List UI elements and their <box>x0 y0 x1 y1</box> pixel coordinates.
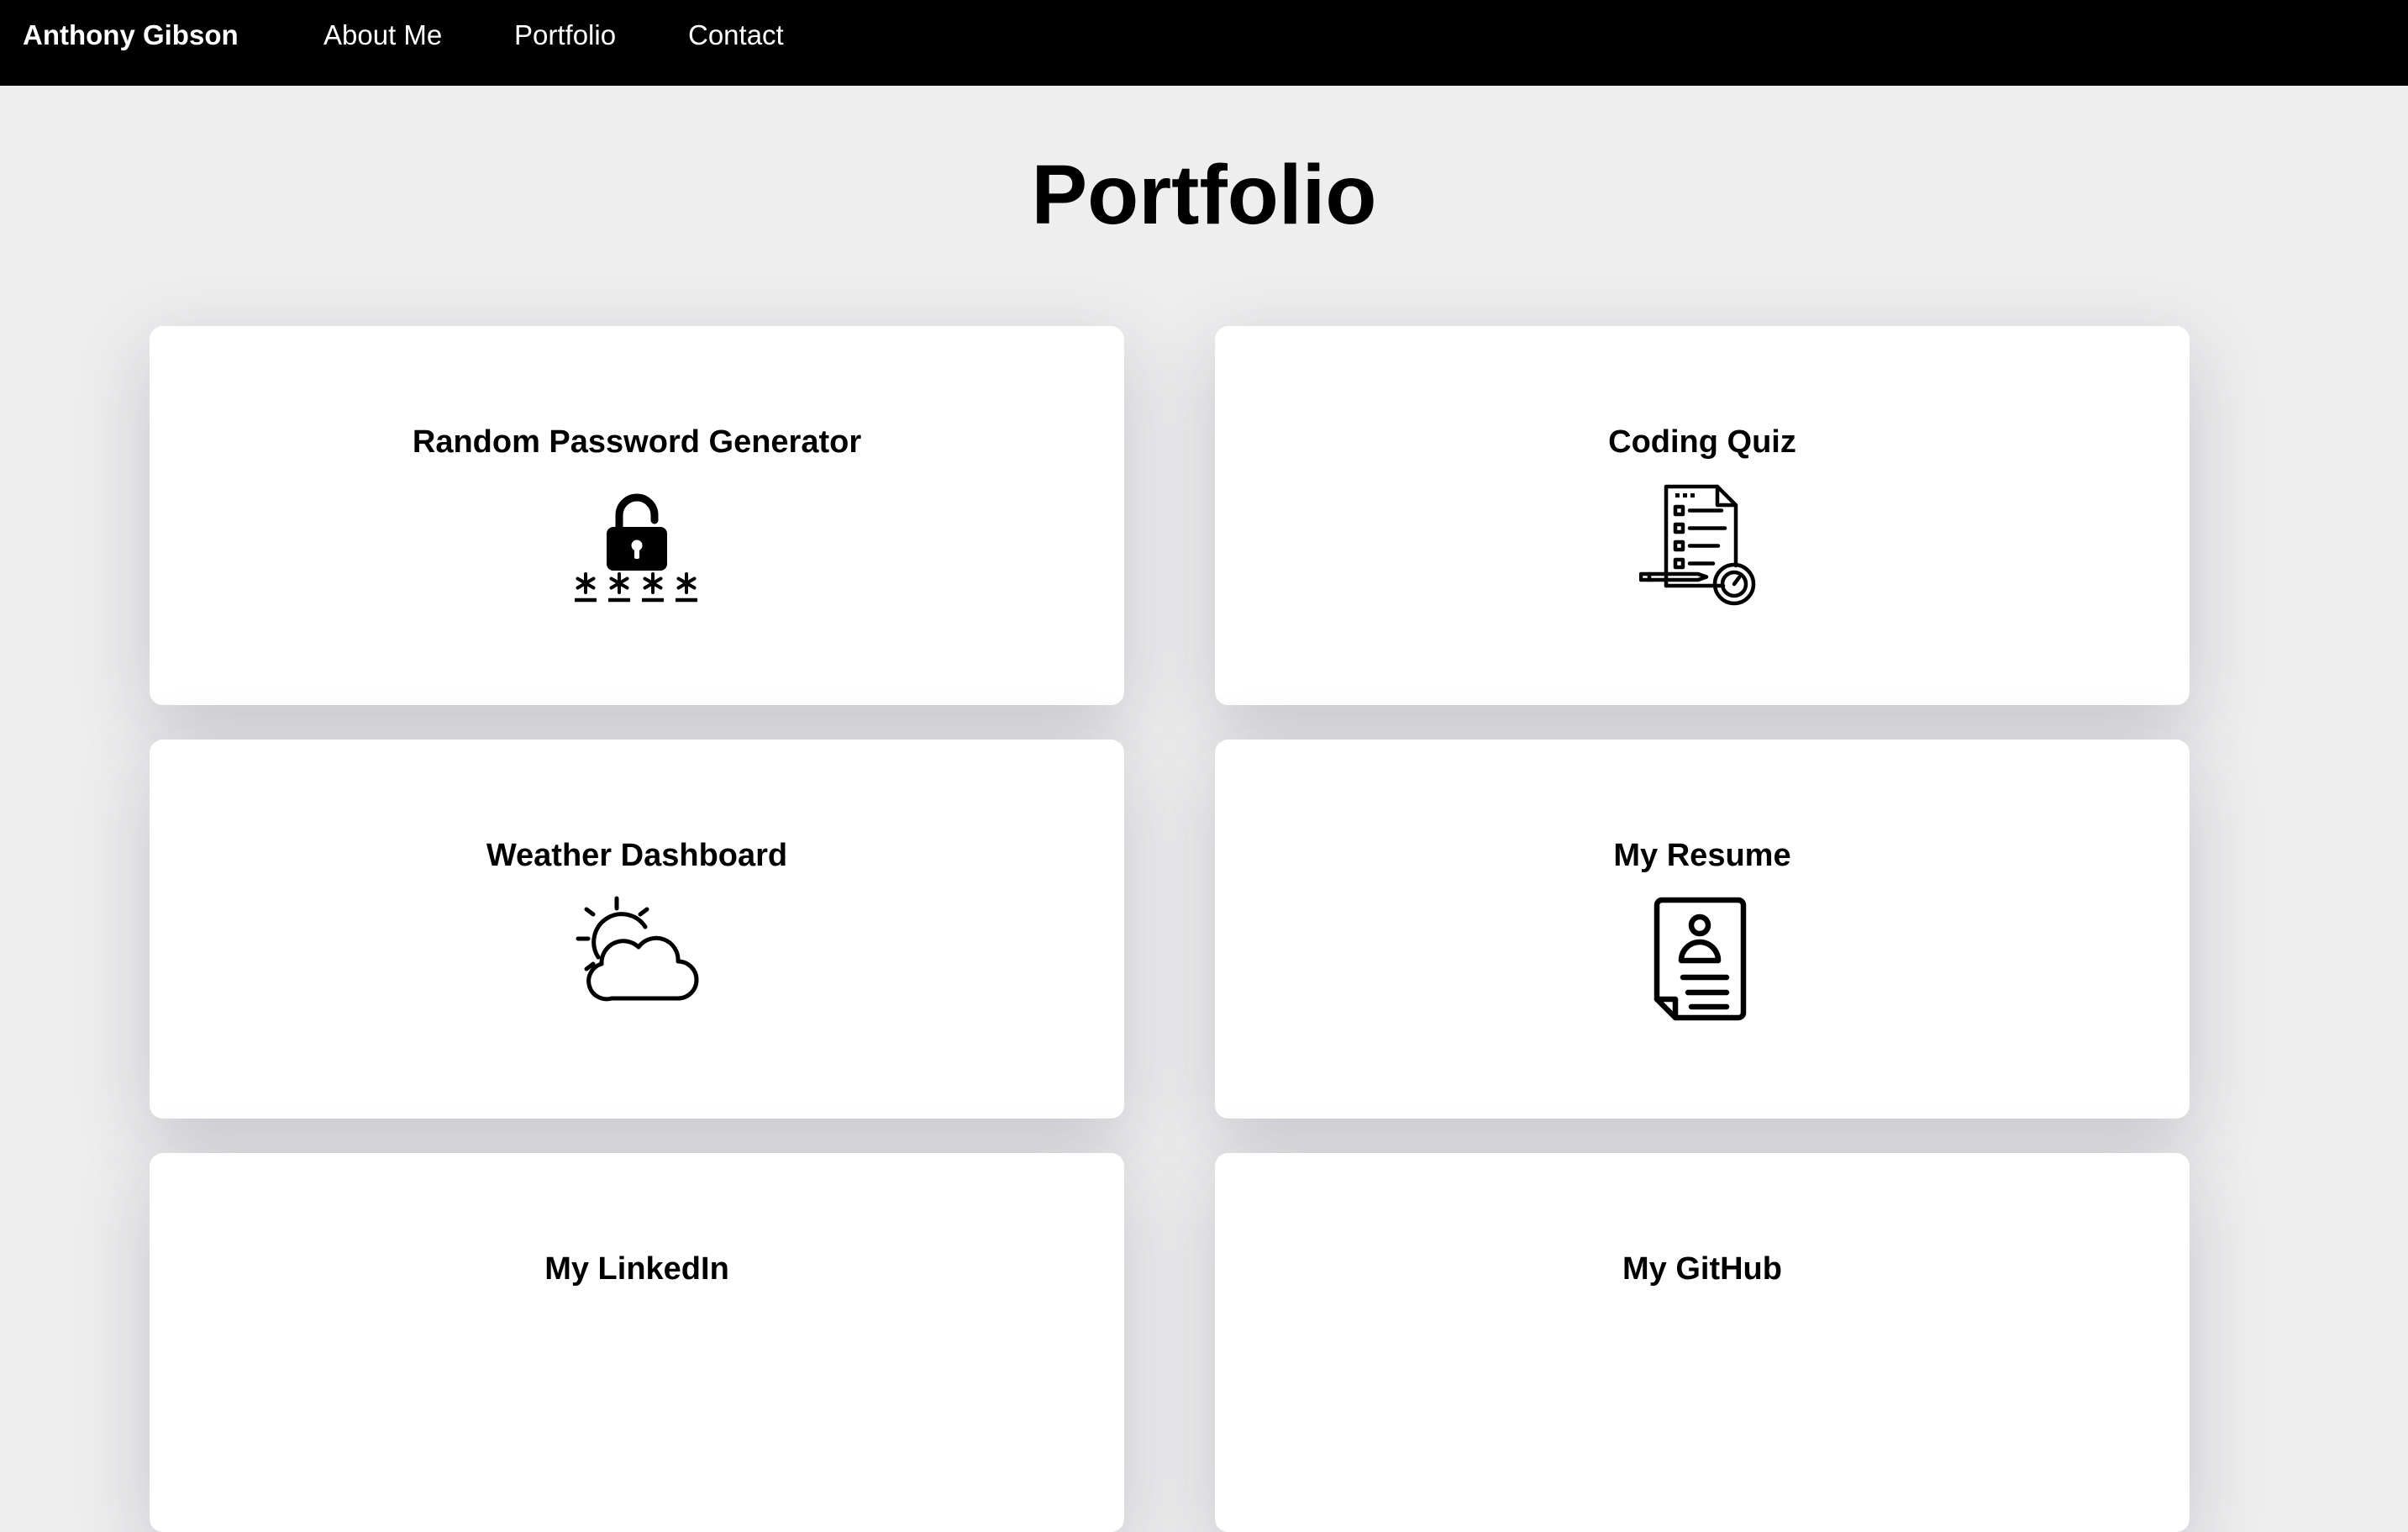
project-card-title: Coding Quiz <box>1608 424 1796 460</box>
top-navbar: Anthony Gibson About Me Portfolio Contac… <box>0 0 2408 86</box>
project-card-my-linkedin[interactable]: My LinkedIn <box>150 1153 1124 1532</box>
project-card-my-resume[interactable]: My Resume <box>1215 740 2190 1119</box>
resume-profile-icon <box>1639 895 1765 1034</box>
page-title: Portfolio <box>1031 148 1377 242</box>
project-card-title: My LinkedIn <box>544 1251 729 1287</box>
sun-cloud-icon <box>570 895 704 1025</box>
nav-link-contact[interactable]: Contact <box>688 18 784 52</box>
lock-password-icon <box>570 482 704 612</box>
project-card-my-github[interactable]: My GitHub <box>1215 1153 2190 1532</box>
project-card-title: My GitHub <box>1622 1251 1782 1287</box>
project-card-weather-dashboard[interactable]: Weather Dashboard <box>150 740 1124 1119</box>
project-card-password-generator[interactable]: Random Password Generator <box>150 326 1124 705</box>
quiz-document-timer-icon <box>1638 482 1765 612</box>
nav-link-about-me[interactable]: About Me <box>323 18 442 52</box>
brand-link[interactable]: Anthony Gibson <box>23 18 239 52</box>
project-card-title: Random Password Generator <box>412 424 862 460</box>
project-card-coding-quiz[interactable]: Coding Quiz <box>1215 326 2190 705</box>
project-card-title: My Resume <box>1613 838 1791 873</box>
nav-link-portfolio[interactable]: Portfolio <box>514 18 616 52</box>
project-card-title: Weather Dashboard <box>486 838 788 873</box>
